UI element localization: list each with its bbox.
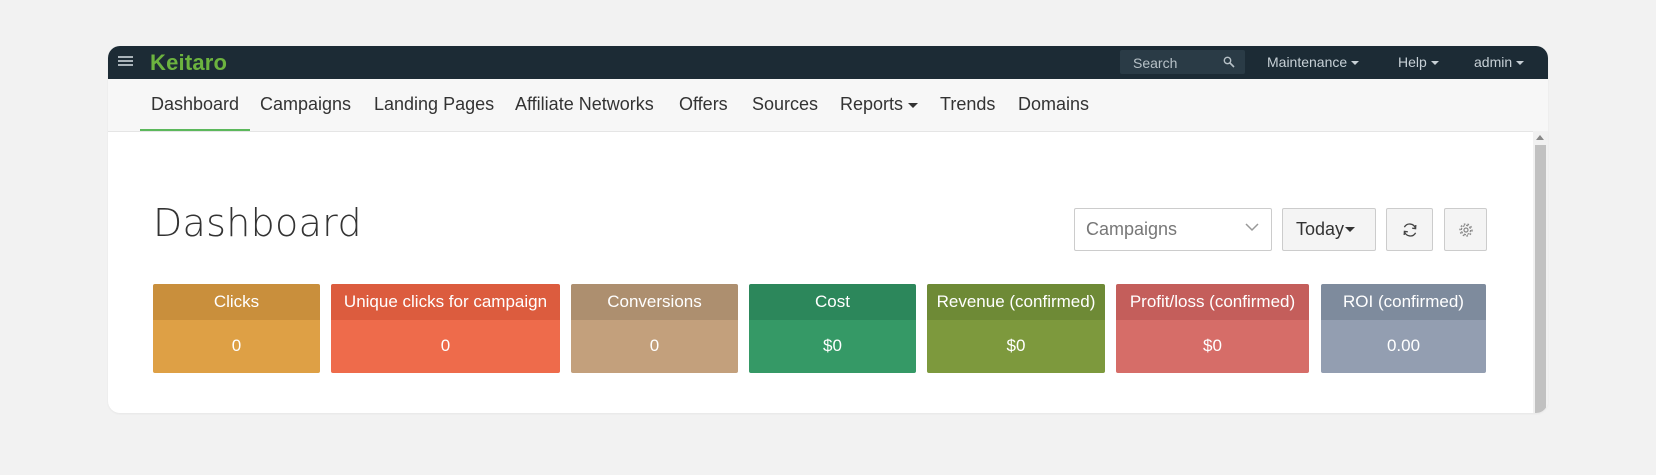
chevron-down-icon [1351,61,1360,66]
entity-select[interactable]: Campaigns [1074,208,1272,251]
app-window: Keitaro Search Maintenance Help admin Da… [108,46,1548,413]
scroll-up-icon[interactable] [1536,135,1544,140]
stat-card-label: Clicks [153,284,320,320]
chevron-down-icon [1345,227,1355,232]
stat-card-value: 0 [153,320,320,373]
stat-card-value: $0 [927,320,1105,373]
stat-card-conversions: Conversions 0 [571,284,738,373]
nav-domains[interactable]: Domains [1018,79,1089,131]
gear-icon [1458,222,1473,237]
stat-card-value: 0 [331,320,560,373]
help-label: Help [1398,54,1427,70]
nav-trends[interactable]: Trends [940,79,995,131]
nav-sources[interactable]: Sources [752,79,818,131]
stat-card-unique-clicks: Unique clicks for campaign 0 [331,284,560,373]
stat-card-label: Revenue (confirmed) [927,284,1105,320]
stat-card-value: $0 [1116,320,1309,373]
stat-card-clicks: Clicks 0 [153,284,320,373]
chevron-down-icon [1245,223,1259,232]
stat-card-label: Profit/loss (confirmed) [1116,284,1309,320]
entity-select-value: Campaigns [1086,219,1178,239]
scrollbar-thumb[interactable] [1535,145,1546,413]
stat-card-label: Conversions [571,284,738,320]
app-logo[interactable]: Keitaro [150,50,227,76]
stat-card-revenue: Revenue (confirmed) $0 [927,284,1105,373]
nav-reports-label: Reports [840,94,904,114]
search-placeholder: Search [1133,55,1178,71]
stat-card-cost: Cost $0 [749,284,916,373]
settings-button[interactable] [1444,208,1487,251]
search-input[interactable]: Search [1120,50,1245,74]
chevron-down-icon [1430,61,1439,66]
user-label: admin [1474,54,1513,70]
refresh-button[interactable] [1386,208,1433,251]
page-title: Dashboard [153,201,362,245]
date-range-label: Today [1296,219,1345,239]
scrollbar[interactable] [1533,131,1548,413]
nav-reports[interactable]: Reports [840,79,919,131]
refresh-icon [1403,222,1416,237]
stat-card-profit-loss: Profit/loss (confirmed) $0 [1116,284,1309,373]
stat-card-value: 0 [571,320,738,373]
nav-dashboard[interactable]: Dashboard [139,79,251,131]
chevron-down-icon [1516,61,1525,66]
search-icon [1223,56,1235,68]
stat-card-label: Cost [749,284,916,320]
stat-card-value: 0.00 [1321,320,1486,373]
menu-icon[interactable] [118,54,134,70]
nav-offers[interactable]: Offers [679,79,728,131]
top-bar: Keitaro Search Maintenance Help admin [108,46,1548,79]
help-menu[interactable]: Help [1398,54,1439,70]
stat-card-value: $0 [749,320,916,373]
user-menu[interactable]: admin [1474,54,1525,70]
main-nav: Dashboard Campaigns Landing Pages Affili… [108,79,1548,132]
date-range-button[interactable]: Today [1282,208,1376,251]
maintenance-menu[interactable]: Maintenance [1267,54,1360,70]
stat-card-label: Unique clicks for campaign [331,284,560,320]
nav-landing-pages[interactable]: Landing Pages [374,79,494,131]
stat-card-roi: ROI (confirmed) 0.00 [1321,284,1486,373]
chevron-down-icon [908,102,919,108]
maintenance-label: Maintenance [1267,54,1348,70]
nav-campaigns[interactable]: Campaigns [260,79,351,131]
stat-card-label: ROI (confirmed) [1321,284,1486,320]
nav-affiliate-networks[interactable]: Affiliate Networks [515,79,654,131]
